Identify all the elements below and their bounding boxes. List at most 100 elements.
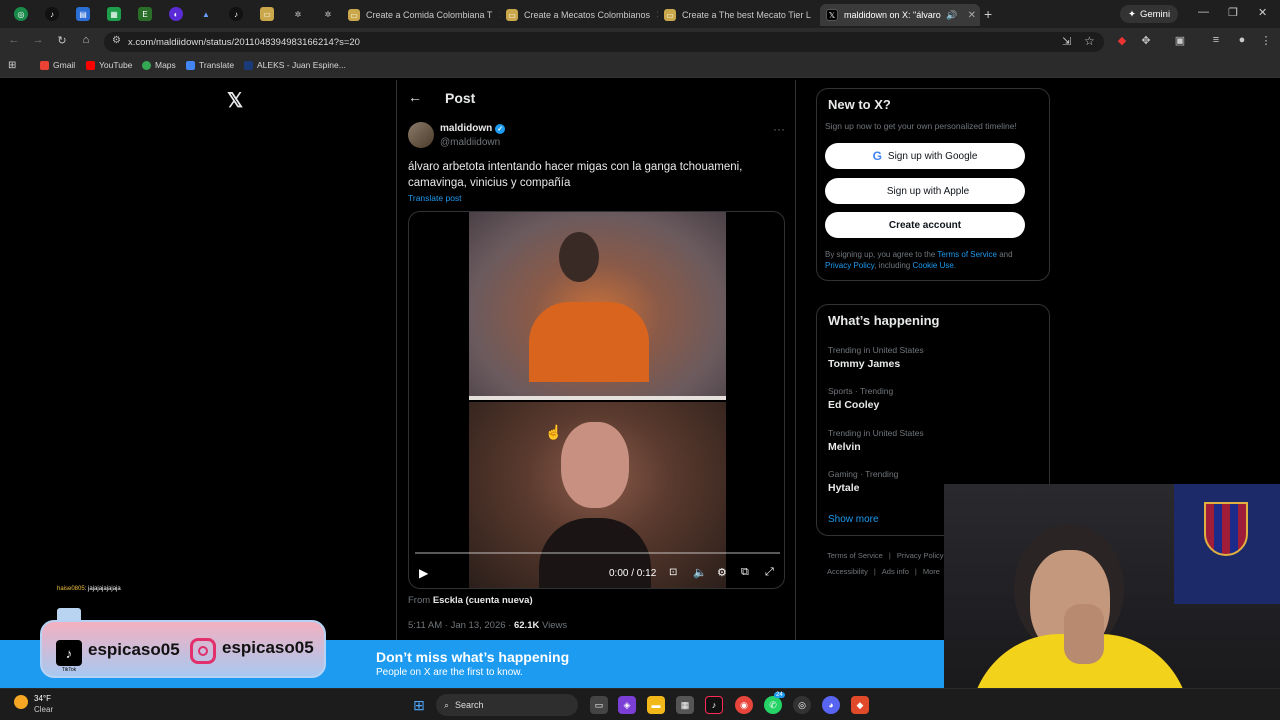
footer-accessibility-link[interactable]: Accessibility [827, 567, 868, 576]
bookmark-label: ALEKS - Juan Espine... [257, 60, 346, 70]
taskbar-search[interactable]: ⌕ Search [436, 694, 578, 716]
trend-meta: Sports · Trending [828, 386, 894, 396]
privacy-link[interactable]: Privacy Policy [825, 261, 874, 270]
footer-privacy-link[interactable]: Privacy Policy [897, 551, 944, 560]
signup-subtitle: Sign up now to get your own personalized… [825, 121, 1017, 131]
back-icon[interactable]: ← [6, 34, 22, 46]
obs-icon[interactable]: ◎ [793, 696, 811, 714]
copilot-icon[interactable]: ◈ [618, 696, 636, 714]
address-bar[interactable]: ⚙ x.com/maldiidown/status/20110483949831… [104, 32, 1104, 52]
extensions-puzzle-icon[interactable]: ✥ [1138, 34, 1154, 47]
tiktok-app-icon[interactable]: ♪ [705, 696, 723, 714]
post-source: From Esckla (cuenta nueva) [408, 595, 533, 606]
tab-x-post[interactable]: 𝕏 maldidown on X: "álvaro ar 🔊 ✕ [820, 4, 980, 26]
window-close-icon[interactable]: ✕ [1258, 6, 1267, 19]
footer-ads-link[interactable]: Ads info [882, 567, 909, 576]
new-tab-icon[interactable]: + [984, 6, 992, 22]
bookmark-translate[interactable]: Translate [186, 60, 234, 70]
more-options-icon[interactable]: ··· [773, 122, 785, 136]
bookmark-youtube[interactable]: YouTube [86, 60, 132, 70]
chrome-icon[interactable]: ◉ [735, 696, 753, 714]
windows-start-icon[interactable]: ⊞ [410, 696, 428, 714]
openai-icon[interactable]: ✲ [291, 7, 305, 21]
file-explorer-icon[interactable]: ▬ [647, 696, 665, 714]
extension-icon[interactable]: ◆ [1114, 34, 1130, 47]
notification-badge: 24 [774, 692, 785, 698]
reload-icon[interactable]: ↻ [54, 34, 70, 47]
cookie-link[interactable]: Cookie Use. [912, 261, 956, 270]
apps-grid-icon[interactable]: ⊞ [8, 60, 16, 71]
slides-icon[interactable]: ▭ [260, 7, 274, 21]
avatar[interactable] [408, 122, 434, 148]
trend-name[interactable]: Hytale [828, 482, 860, 494]
site-info-icon[interactable]: ⚙ [112, 35, 121, 46]
gemini-button[interactable]: ✦ Gemini [1120, 5, 1179, 23]
weather-temp[interactable]: 34°F [34, 694, 51, 703]
search-label: Search [455, 700, 484, 710]
video-progress-track[interactable] [415, 552, 780, 554]
captions-icon[interactable]: ⊡ [669, 567, 677, 578]
forward-icon[interactable]: → [30, 34, 46, 46]
task-view-icon[interactable]: ▭ [590, 696, 608, 714]
x-logo-icon[interactable]: 𝕏 [227, 88, 243, 113]
create-account-button[interactable]: Create account [825, 212, 1025, 238]
fullscreen-icon[interactable]: ⤢ [765, 566, 774, 579]
pip-icon[interactable]: ⧉ [741, 566, 749, 579]
tab-mecatos[interactable]: ▭ Create a Mecatos Colombianos ✕ [506, 4, 658, 26]
trend-name[interactable]: Tommy James [828, 358, 900, 370]
bookmark-star-icon[interactable]: ☆ [1084, 34, 1095, 48]
settings-gear-icon[interactable]: ⚙ [717, 566, 727, 579]
play-icon[interactable]: ▶ [419, 566, 428, 580]
close-icon[interactable]: ✕ [964, 10, 980, 21]
chatgpt-icon[interactable]: ◎ [14, 7, 28, 21]
author-handle[interactable]: @maldiidown [440, 137, 500, 148]
speaker-icon[interactable]: 🔊 [946, 10, 957, 21]
tab-tier[interactable]: ▭ Create a The best Mecato Tier L ✕ [664, 4, 816, 26]
google-signup-label: Sign up with Google [887, 150, 978, 162]
aleks-icon [244, 60, 253, 70]
timestamp[interactable]: 5:11 AM · Jan 13, 2026 · [408, 620, 511, 631]
instagram-logo-icon [190, 638, 216, 664]
footer-terms-link[interactable]: Terms of Service [827, 551, 883, 560]
trend-name[interactable]: Ed Cooley [828, 399, 879, 411]
media-icon[interactable]: ≡ [1208, 34, 1224, 46]
profile-avatar-icon[interactable]: ● [1234, 34, 1250, 46]
install-icon[interactable]: ⇲ [1062, 35, 1071, 48]
tiktok-icon-2[interactable]: ♪ [229, 7, 243, 21]
whatsapp-icon[interactable]: ✆ [764, 696, 782, 714]
tab-comida[interactable]: ▭ Create a Comida Colombiana T ✕ [348, 4, 500, 26]
docs-icon[interactable]: ▤ [76, 7, 90, 21]
menu-kebab-icon[interactable]: ⋮ [1258, 34, 1274, 47]
volume-icon[interactable]: 🔈 [693, 566, 707, 579]
minimize-icon[interactable]: — [1198, 6, 1209, 18]
openai-icon-2[interactable]: ✲ [321, 7, 335, 21]
show-more-link[interactable]: Show more [828, 514, 879, 525]
translate-post-link[interactable]: Translate post [408, 193, 462, 203]
store-icon[interactable]: ▦ [676, 696, 694, 714]
video-player[interactable]: ▶ 0:00 / 0:12 ⊡ 🔈 ⚙ ⧉ ⤢ [408, 211, 785, 589]
sidebar-icon[interactable]: ▣ [1172, 34, 1188, 47]
tiktok-icon[interactable]: ♪ [45, 7, 59, 21]
author-name[interactable]: maldidown ✓ [440, 123, 506, 134]
discord-icon[interactable]: ◕ [822, 696, 840, 714]
close-icon[interactable]: ✕ [492, 10, 500, 21]
close-icon[interactable]: ✕ [650, 10, 658, 21]
sheets-icon[interactable]: ▦ [107, 7, 121, 21]
app-icon[interactable]: ◐ [169, 7, 183, 21]
excel-icon[interactable]: E [138, 7, 152, 21]
terms-link[interactable]: Terms of Service [937, 250, 997, 259]
from-source-link[interactable]: Esckla (cuenta nueva) [433, 595, 533, 606]
app-icon-red[interactable]: ◆ [851, 696, 869, 714]
bookmark-aleks[interactable]: ALEKS - Juan Espine... [244, 60, 346, 70]
apple-signup-button[interactable]: Sign up with Apple [825, 178, 1025, 204]
delta-icon[interactable]: ▲ [199, 7, 213, 21]
back-arrow-icon[interactable]: ← [408, 89, 422, 105]
trend-name[interactable]: Melvin [828, 441, 861, 453]
home-icon[interactable]: ⌂ [78, 34, 94, 46]
bookmark-maps[interactable]: Maps [142, 60, 176, 70]
footer-more-link[interactable]: More [923, 567, 940, 576]
bookmark-gmail[interactable]: Gmail [40, 60, 75, 70]
maximize-icon[interactable]: ❐ [1228, 6, 1238, 19]
close-icon[interactable]: ✕ [811, 10, 816, 21]
google-signup-button[interactable]: G Sign up with Google [825, 143, 1025, 169]
